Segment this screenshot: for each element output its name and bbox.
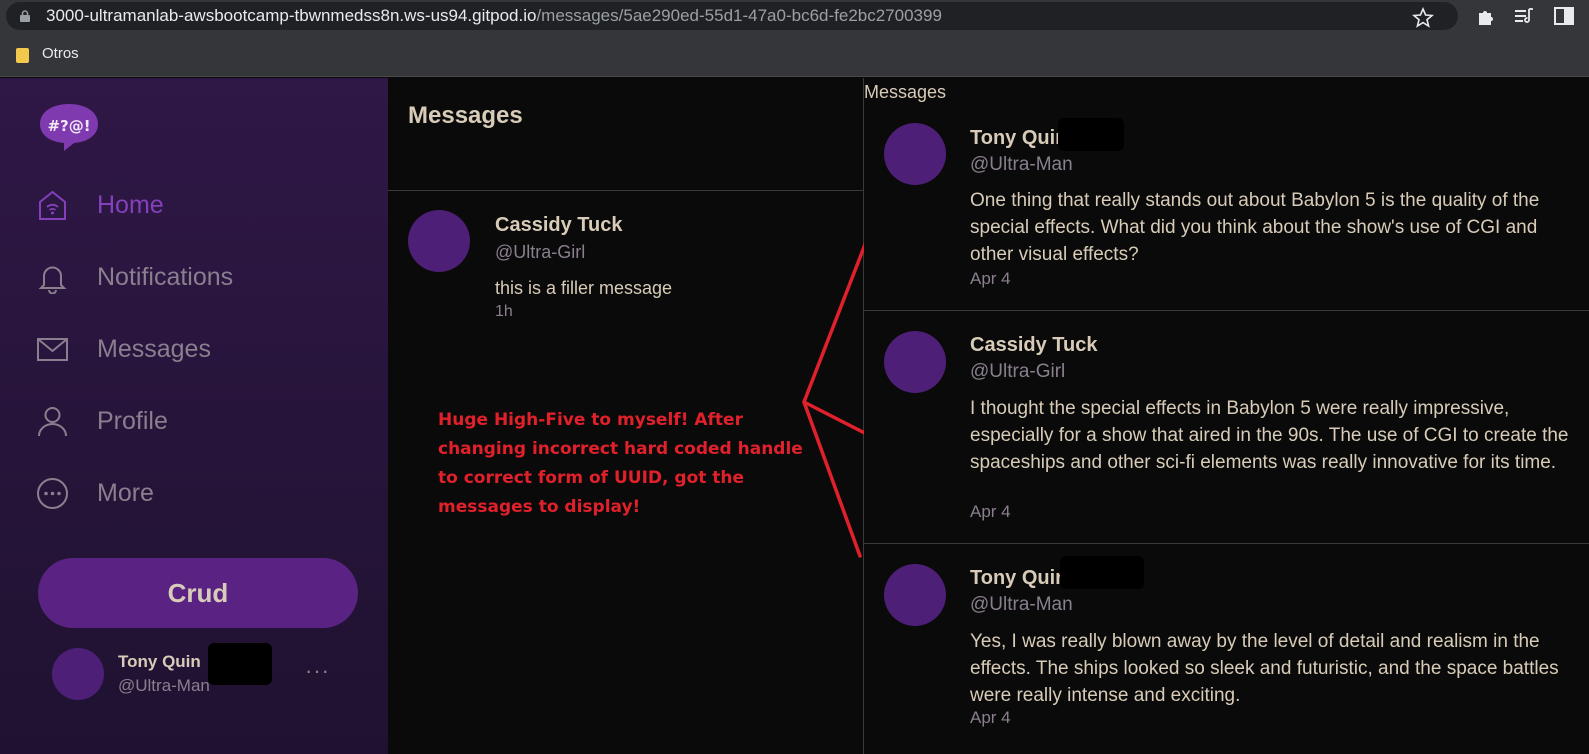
avatar	[884, 331, 946, 393]
person-icon	[38, 406, 67, 436]
messages-header: Messages	[864, 82, 947, 102]
avatar	[884, 123, 946, 185]
sidebar: #?@! Home Notifications Messages Profile	[0, 78, 388, 754]
message-time: Apr 4	[970, 708, 1011, 727]
group-handle: @Ultra-Girl	[495, 242, 586, 262]
sidebar-icon[interactable]	[1552, 4, 1576, 28]
nav-profile[interactable]: Profile	[36, 399, 168, 443]
more-circle-icon	[37, 477, 68, 509]
redaction-box	[208, 643, 272, 685]
message-body: Yes, I was really blown away by the leve…	[970, 631, 1559, 706]
annotation-text: Huge High-Five to myself! After changing…	[438, 410, 803, 517]
nav-notifications-label: Notifications	[97, 262, 234, 291]
message-time: Apr 4	[970, 269, 1011, 288]
url-host: 3000-ultramanlab-awsbootcamp-tbwnmedss8n…	[46, 6, 537, 25]
divider	[388, 190, 863, 191]
message-item[interactable]: Cassidy Tuck @Ultra-Girl I thought the s…	[864, 311, 1589, 544]
crud-button[interactable]: Crud	[38, 558, 358, 628]
message-handle: @Ultra-Girl	[970, 361, 1066, 382]
message-author: Tony Quin	[970, 567, 1068, 589]
group-time: 1h	[495, 303, 513, 320]
profile-handle: @Ultra-Man	[118, 676, 210, 695]
nav-notifications[interactable]: Notifications	[36, 255, 233, 299]
envelope-icon	[37, 337, 68, 361]
extensions-icon[interactable]	[1474, 4, 1498, 28]
nav-home[interactable]: Home	[36, 183, 164, 227]
message-body: I thought the special effects in Babylon…	[970, 398, 1569, 473]
message-handle: @Ultra-Man	[970, 154, 1073, 175]
nav-more-label: More	[97, 478, 154, 507]
url-text[interactable]: 3000-ultramanlab-awsbootcamp-tbwnmedss8n…	[46, 6, 942, 26]
avatar	[884, 564, 946, 626]
message-handle: @Ultra-Man	[970, 594, 1073, 615]
message-author: Cassidy Tuck	[970, 334, 1098, 356]
lock-icon	[20, 10, 30, 22]
avatar	[408, 210, 470, 272]
message-item[interactable]: Tony Quin @Ultra-Man One thing that real…	[864, 108, 1589, 311]
redaction-box	[1060, 556, 1144, 589]
profile-more-button[interactable]: ···	[305, 658, 330, 684]
reading-list-icon[interactable]	[1512, 4, 1536, 28]
avatar[interactable]	[52, 648, 104, 700]
message-body: One thing that really stands out about B…	[970, 190, 1540, 265]
home-icon	[39, 190, 66, 220]
group-message-preview: this is a filler message	[495, 278, 673, 298]
star-icon[interactable]	[1411, 6, 1435, 30]
nav-home-label: Home	[97, 190, 164, 219]
url-path: /messages/5ae290ed-55d1-47a0-bc6d-fe2bc2…	[536, 6, 942, 25]
address-bar[interactable]: 3000-ultramanlab-awsbootcamp-tbwnmedss8n…	[6, 2, 1458, 30]
nav-more[interactable]: More	[36, 471, 154, 515]
profile-name: Tony Quin	[118, 652, 201, 671]
page-title: Messages	[408, 102, 523, 129]
bell-icon	[38, 266, 67, 294]
browser-toolbar: 3000-ultramanlab-awsbootcamp-tbwnmedss8n…	[0, 0, 1589, 33]
message-author: Tony Quin	[970, 127, 1068, 149]
nav-messages-label: Messages	[97, 334, 211, 363]
message-item[interactable]: Tony Quin @Ultra-Man Yes, I was really b…	[864, 544, 1589, 754]
redaction-box	[1058, 118, 1124, 151]
bookmark-folder-otros[interactable]: Otros	[42, 45, 79, 62]
nav-profile-label: Profile	[97, 406, 168, 435]
logo-text: #?@!	[47, 117, 90, 135]
folder-icon	[16, 48, 29, 63]
nav-messages[interactable]: Messages	[36, 327, 211, 371]
messages-panel: Messages Tony Quin @Ultra-Man One thing …	[864, 78, 1589, 754]
message-time: Apr 4	[970, 502, 1011, 521]
bookmarks-bar: Otros	[0, 33, 1589, 77]
app-logo[interactable]: #?@!	[38, 102, 100, 152]
group-name: Cassidy Tuck	[495, 214, 623, 236]
